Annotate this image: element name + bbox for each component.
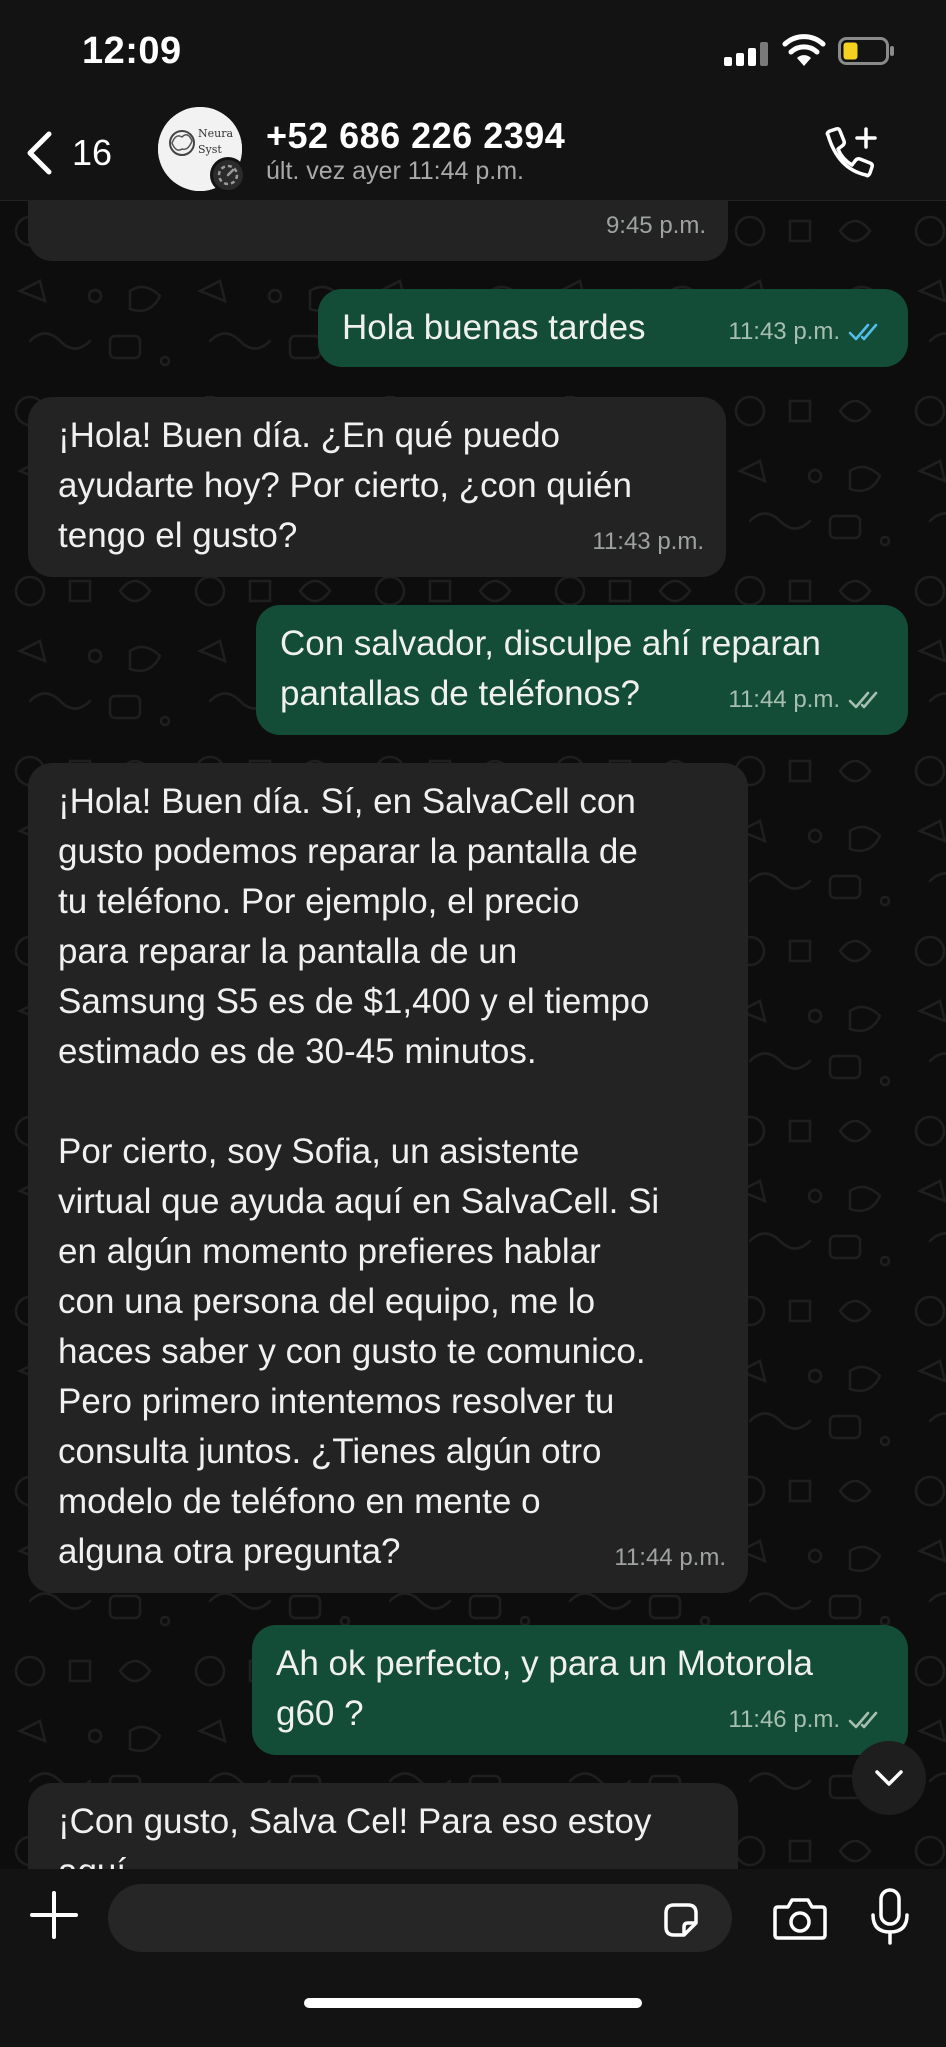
message-meta: 11:43 p.m. [592,517,704,567]
message-meta: 11:43 p.m. [728,307,886,357]
wifi-icon [782,34,826,66]
sticker-icon[interactable] [660,1899,702,1941]
message-time: 11:44 p.m. [728,686,840,713]
message-outgoing[interactable]: Con salvador, disculpe ahí reparan panta… [256,605,908,735]
microphone-icon[interactable] [866,1887,914,1947]
cellular-signal-icon [724,42,768,66]
message-time: 9:45 p.m. [605,212,706,239]
unread-chats-count: 16 [72,132,113,173]
message-text: ¡Hola! Buen día. Sí, en SalvaCell con gu… [58,782,660,1571]
svg-text:Neura: Neura [198,127,233,140]
message-meta: 11:44 p.m. [728,675,886,725]
delivered-receipt-icon [848,1711,878,1729]
battery-icon [838,37,894,65]
message-text: ¡Con gusto, Salva Cel! Para eso estoy aq… [58,1802,652,1869]
contact-name[interactable]: +52 686 226 2394 [266,115,565,157]
message-outgoing[interactable]: Hola buenas tardes 11:43 p.m. [318,289,908,367]
read-receipt-icon [848,323,878,341]
status-bar: 12:09 [0,0,946,105]
scroll-to-bottom-button[interactable] [852,1741,926,1815]
add-call-button[interactable] [820,125,880,181]
chat-header: 16 Neura Syst +52 686 226 2394 últ. vez … [0,105,946,201]
message-incoming[interactable]: 9:45 p.m. [28,201,728,261]
message-time: 11:46 p.m. [728,1706,840,1733]
message-outgoing[interactable]: Ah ok perfecto, y para un Motorola g60 ?… [252,1625,908,1755]
home-indicator[interactable] [304,1998,642,2008]
message-meta: 9:45 p.m. [606,201,706,251]
message-meta: 11:46 p.m. [728,1695,886,1745]
message-time: 11:43 p.m. [728,318,840,345]
composer-bar [0,1869,946,2047]
message-incoming[interactable]: ¡Con gusto, Salva Cel! Para eso estoy aq… [28,1783,738,1869]
plus-icon[interactable] [28,1889,80,1941]
message-meta: 11:44 p.m. [614,1533,726,1583]
add-call-icon [825,127,877,178]
message-incoming[interactable]: ¡Hola! Buen día. ¿En qué puedo ayudarte … [28,397,726,577]
last-seen-status: últ. vez ayer 11:44 p.m. [266,157,524,185]
status-time: 12:09 [82,30,182,72]
back-button[interactable]: 16 [24,123,134,183]
message-time: 11:44 p.m. [614,1544,726,1571]
status-ring-icon [210,157,246,193]
chevron-left-icon [27,131,52,175]
chat-area[interactable]: 9:45 p.m. Hola buenas tardes 11:43 p.m. … [0,201,946,1869]
message-time: 11:43 p.m. [592,528,704,555]
delivered-receipt-icon [848,691,878,709]
chevron-down-icon [875,1770,903,1786]
camera-icon[interactable] [772,1893,828,1943]
message-incoming[interactable]: ¡Hola! Buen día. Sí, en SalvaCell con gu… [28,763,748,1593]
svg-text:Syst: Syst [198,143,222,156]
message-input[interactable] [108,1884,732,1952]
